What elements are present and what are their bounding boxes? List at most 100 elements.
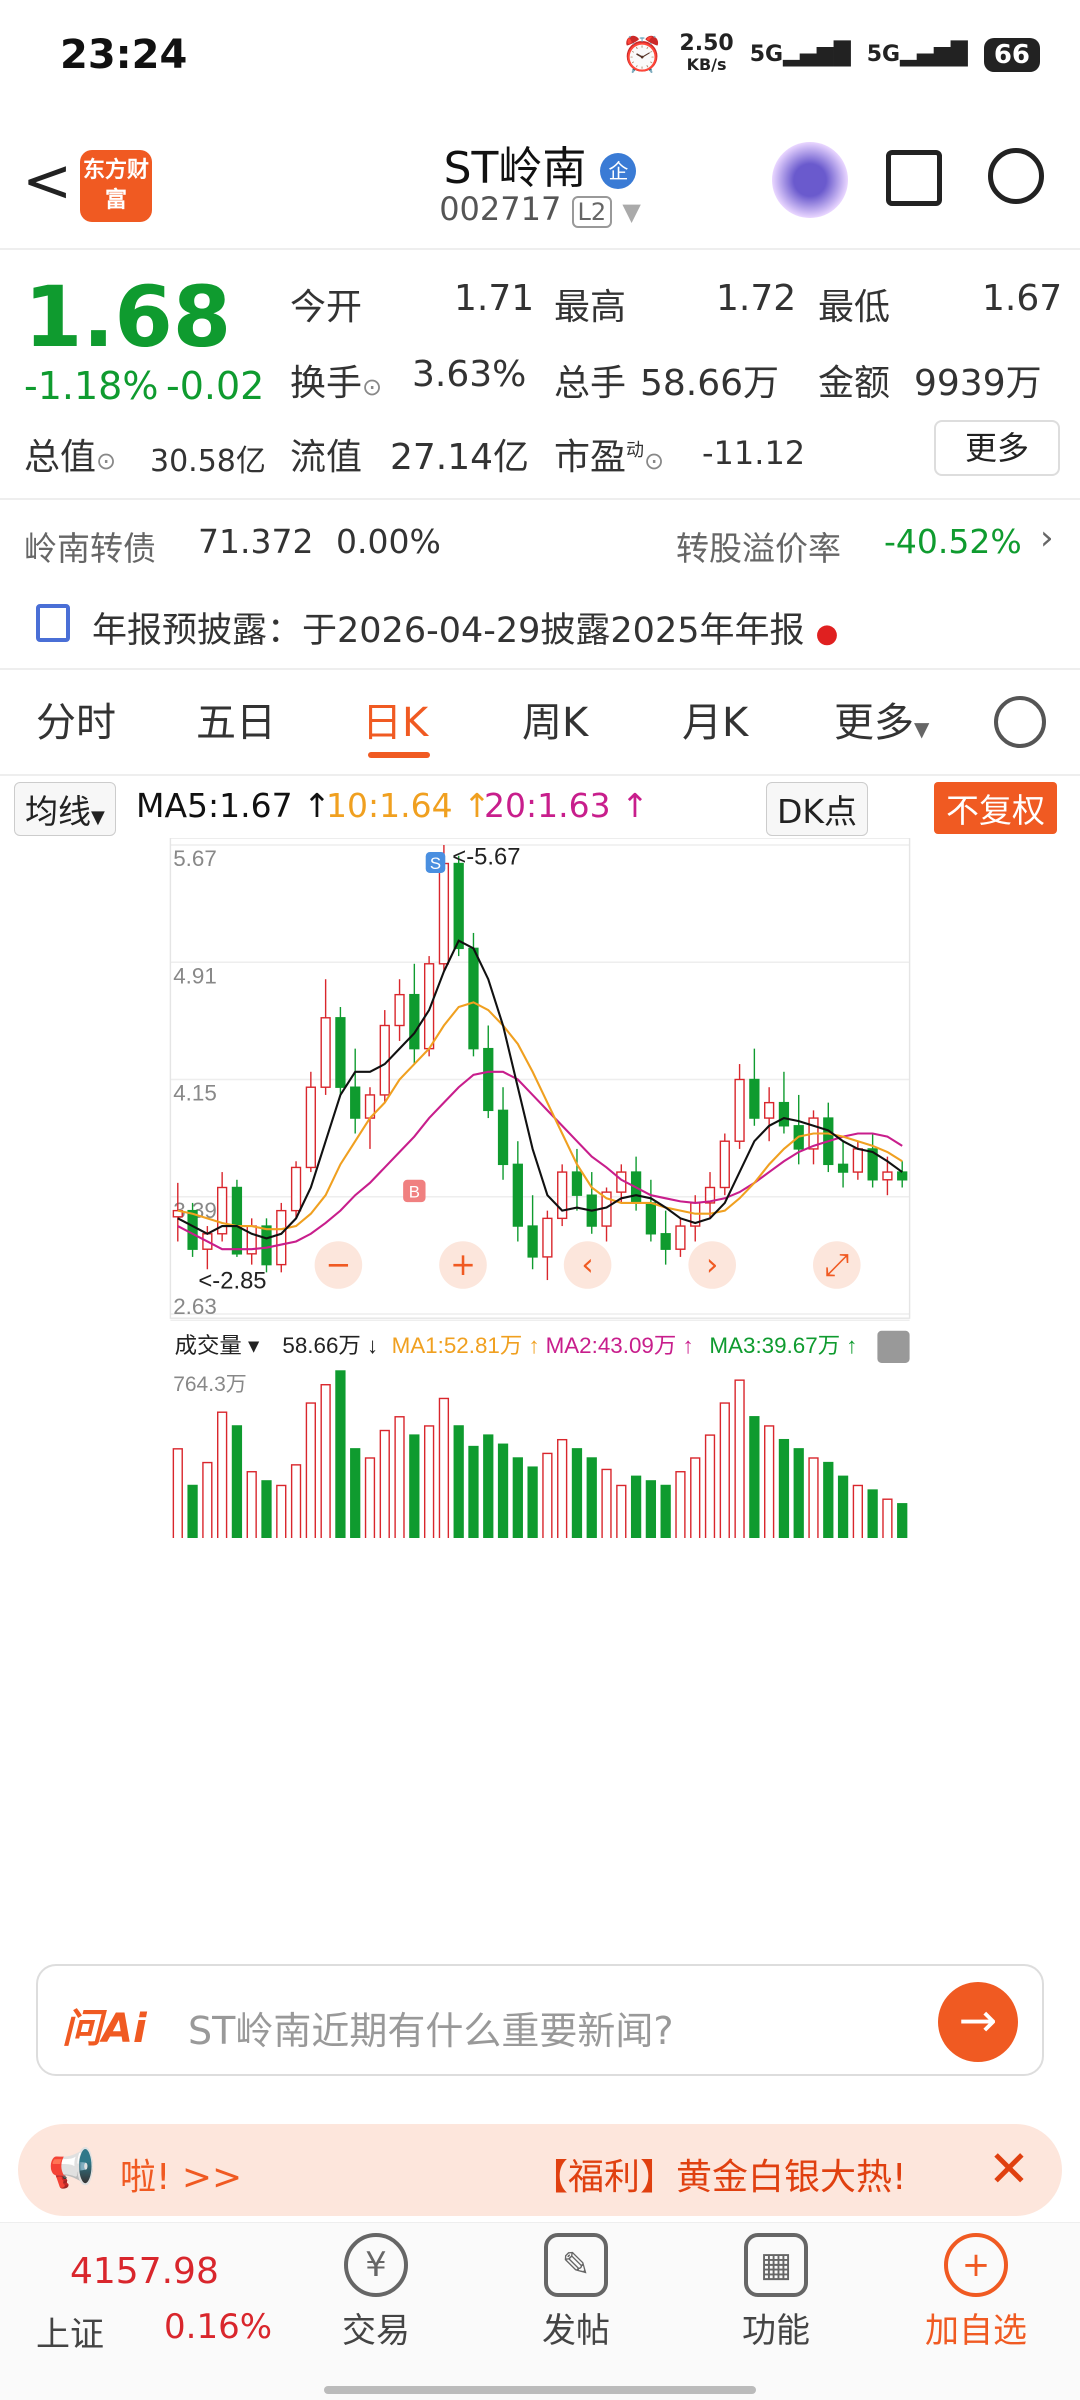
chevron-right-icon[interactable]: › [1040, 518, 1054, 558]
divider [0, 248, 1080, 250]
nav-functions[interactable]: ▦ 功能 [706, 2233, 846, 2352]
amount-value: 9939万 [914, 363, 1042, 404]
volume-bar [719, 1402, 730, 1538]
zoom-out-icon-glyph: − [325, 1247, 351, 1283]
nav-trade[interactable]: ¥ 交易 [306, 2233, 446, 2352]
signal-icon: 5G▂▄▆█ [749, 42, 851, 67]
candle [749, 1078, 760, 1119]
volume-bar [616, 1484, 627, 1538]
ai-placeholder: ST岭南近期有什么重要新闻? [188, 2009, 674, 2053]
share-icon[interactable] [886, 150, 942, 206]
volume-bar [246, 1471, 257, 1538]
max-marker: <-5.67 [452, 844, 520, 871]
disclosure-label: 年报预披露： [92, 611, 303, 651]
volume-bar [852, 1484, 863, 1538]
caret-down-icon: ▼ [914, 717, 930, 741]
notice-lead: 啦! >> [120, 2157, 243, 2198]
ma-selector[interactable]: 均线▼ [14, 782, 116, 836]
volume-bar [867, 1489, 878, 1538]
candle [423, 963, 435, 1050]
volume-value: 58.66万 ↓ [282, 1333, 378, 1358]
volume-bar [231, 1425, 243, 1538]
open-label: 今开 [290, 287, 363, 328]
dk-button[interactable]: DK点 [766, 782, 869, 836]
net-speed: 2.50 KB/s [679, 31, 734, 75]
change-abs: -0.02 [166, 364, 265, 408]
volume-bar [764, 1425, 775, 1538]
ai-send-arrow-icon[interactable]: → [938, 1982, 1018, 2062]
candle [350, 1086, 361, 1119]
volume-bar [305, 1402, 316, 1538]
bond-name[interactable]: 岭南转债 [24, 522, 156, 570]
status-right: ⏰ 2.50 KB/s 5G▂▄▆█ 5G▂▄▆█ 66 [621, 31, 1040, 75]
assistant-avatar-icon[interactable] [772, 142, 848, 218]
volume-bar [409, 1434, 420, 1538]
pan-right-icon-glyph: › [706, 1247, 718, 1283]
mktcap-label: 总值⊙ [24, 437, 117, 478]
tab-monthly-k[interactable]: 月K [682, 690, 748, 748]
candle [468, 947, 479, 1050]
volume-bar [897, 1503, 908, 1538]
volume-bar [630, 1475, 642, 1538]
float-label: 流值 [290, 437, 363, 478]
candle [778, 1101, 790, 1127]
document-icon [36, 604, 70, 642]
disclosure-row[interactable]: 年报预披露：于2026-04-29披露2025年年报 ● [92, 602, 838, 653]
divider [0, 774, 1080, 776]
divider [0, 668, 1080, 670]
volume-bar [527, 1466, 538, 1538]
notice-banner[interactable]: 📢 啦! >> 【福利】黄金白银大热! ✕ [18, 2124, 1062, 2216]
ma10-line [177, 1001, 903, 1231]
unread-dot-icon: ● [815, 619, 839, 649]
volume-bar [497, 1443, 509, 1538]
edit-icon: ✎ [544, 2233, 608, 2297]
bond-price: 71.372 [198, 522, 314, 561]
volume-bar [704, 1434, 716, 1538]
nav-add-watchlist[interactable]: + 加自选 [906, 2233, 1046, 2352]
open-value: 1.71 [454, 278, 535, 319]
kline-chart[interactable]: 5.674.914.153.392.63<-5.67SB<-2.85−+‹›⤢成… [12, 838, 1068, 1538]
high-label: 最高 [554, 287, 627, 328]
volume-bar [645, 1480, 657, 1538]
candle [764, 1101, 775, 1119]
tab-five-day[interactable]: 五日 [196, 690, 276, 748]
volume-bar [320, 1384, 331, 1538]
megaphone-icon: 📢 [48, 2146, 96, 2190]
ma10-value: 10:1.64 ↑ [326, 786, 491, 825]
vol-ma3: MA3:39.67万 ↑ [709, 1333, 857, 1358]
more-quote-button[interactable]: 更多 [934, 420, 1060, 476]
candle [897, 1171, 908, 1181]
volume-bar [542, 1452, 553, 1538]
info-icon: ⊙ [96, 447, 117, 475]
amount-label: 金额 [818, 363, 891, 404]
candle [305, 1086, 316, 1169]
candle [512, 1163, 523, 1227]
volume-bar [276, 1484, 287, 1538]
candle [290, 1166, 302, 1212]
settings-gear-icon[interactable] [994, 696, 1046, 748]
volume-bar [187, 1484, 198, 1538]
tab-intraday[interactable]: 分时 [36, 690, 116, 748]
ai-search-box[interactable]: 问Ai ST岭南近期有什么重要新闻? → [36, 1964, 1044, 2076]
tab-more[interactable]: 更多▼ [834, 690, 929, 748]
index-value[interactable]: 4157.98 [70, 2251, 219, 2292]
low-label: 最低 [818, 287, 891, 328]
y-tick-label: 5.67 [173, 846, 217, 871]
turnover-label: 换手⊙ [290, 363, 383, 404]
trade-icon: ¥ [344, 2233, 408, 2297]
candle [542, 1217, 553, 1258]
candle [660, 1233, 671, 1250]
candle [261, 1225, 272, 1266]
candle [438, 862, 450, 965]
current-price: 1.68 [24, 268, 232, 366]
volume-bar [290, 1464, 302, 1538]
tab-daily-k[interactable]: 日K [362, 690, 428, 748]
collapse-panel-button[interactable] [877, 1330, 910, 1363]
nav-post[interactable]: ✎ 发帖 [506, 2233, 646, 2352]
adjust-button[interactable]: 不复权 [934, 782, 1057, 834]
tab-weekly-k[interactable]: 周K [522, 690, 588, 748]
status-bar: 23:24 ⏰ 2.50 KB/s 5G▂▄▆█ 5G▂▄▆█ 66 [0, 0, 1080, 120]
search-icon[interactable] [988, 148, 1044, 204]
grid-icon: ▦ [744, 2233, 808, 2297]
close-icon[interactable]: ✕ [988, 2140, 1030, 2198]
